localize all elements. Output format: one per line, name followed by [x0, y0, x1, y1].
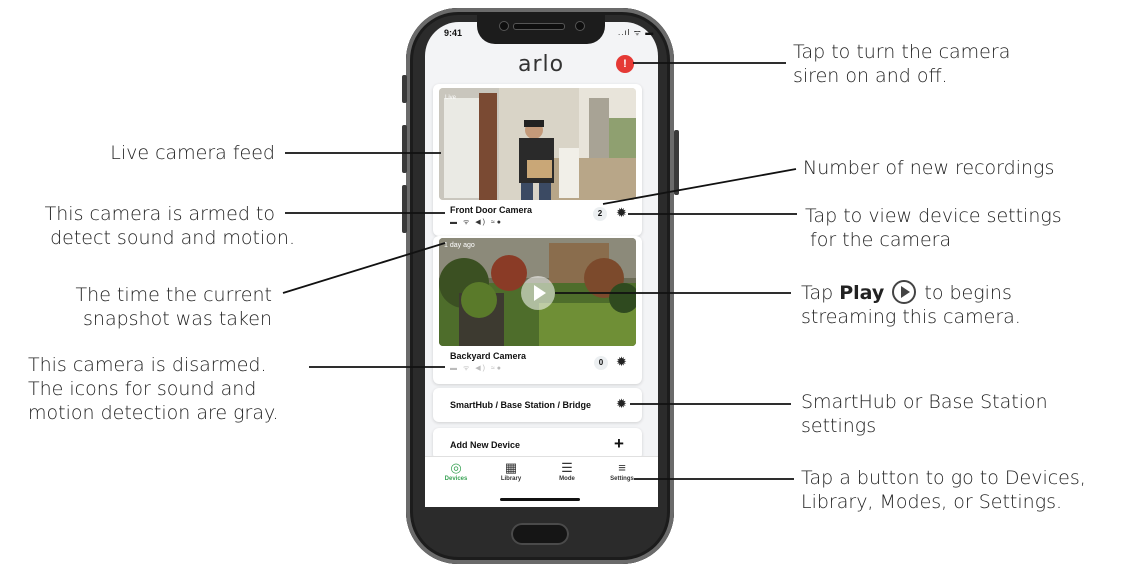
- callout-text: This camera is disarmed.: [28, 354, 267, 376]
- callout-text: to begins: [918, 282, 1012, 304]
- callout-text: SmartHub or Base Station: [801, 391, 1048, 413]
- callout-text: snapshot was taken: [83, 308, 272, 330]
- callout-live-feed: Live camera feed: [60, 141, 275, 165]
- callout-text: Number of new recordings: [803, 157, 1055, 179]
- callout-text: Library, Modes, or Settings.: [801, 491, 1063, 513]
- callout-text: This camera is armed to: [44, 203, 275, 225]
- callout-text: The icons for sound and: [28, 378, 257, 400]
- callout-text: Tap to view device settings: [805, 205, 1062, 227]
- callout-text: siren on and off.: [793, 65, 948, 87]
- callout-armed: This camera is armed to detect sound and…: [2, 202, 295, 250]
- leader-recordings: [602, 168, 797, 205]
- callout-hub: SmartHub or Base Station settings: [801, 390, 1121, 438]
- callout-text: Tap to turn the camera: [793, 41, 1011, 63]
- callout-text: Tap: [801, 282, 840, 304]
- callout-text: Live camera feed: [110, 142, 275, 164]
- callout-text: motion detection are gray.: [28, 402, 279, 424]
- callout-text: detect sound and motion.: [50, 227, 295, 249]
- callout-device-settings: Tap to view device settings for the came…: [805, 204, 1125, 252]
- callout-nav: Tap a button to go to Devices, Library, …: [801, 466, 1137, 514]
- callout-siren: Tap to turn the camera siren on and off.: [793, 40, 1093, 88]
- callout-text: settings: [801, 415, 877, 437]
- callout-bold: Play: [839, 282, 885, 304]
- callout-text: streaming this camera.: [801, 306, 1021, 328]
- leader-snapshot: [282, 242, 446, 294]
- callout-disarmed: This camera is disarmed. The icons for s…: [28, 353, 328, 425]
- callout-play: Tap Play to begins streaming this camera…: [801, 280, 1121, 329]
- callout-text: for the camera: [810, 229, 952, 251]
- callout-text: The time the current: [75, 284, 272, 306]
- callout-text: Tap a button to go to Devices,: [801, 467, 1086, 489]
- play-icon: [892, 280, 917, 304]
- callout-snapshot: The time the current snapshot was taken: [20, 283, 272, 331]
- callout-recordings: Number of new recordings: [803, 156, 1123, 180]
